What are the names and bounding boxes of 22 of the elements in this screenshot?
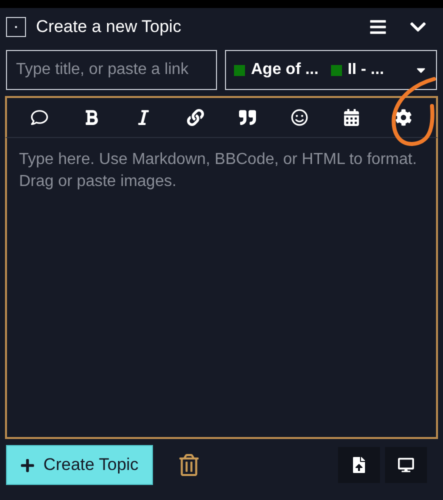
bold-icon[interactable]: [82, 109, 100, 126]
link-icon[interactable]: [186, 109, 204, 126]
upload-button[interactable]: [338, 447, 380, 483]
checkbox-icon[interactable]: [6, 17, 26, 37]
smiley-icon[interactable]: [291, 109, 308, 126]
create-topic-button[interactable]: Create Topic: [6, 445, 153, 485]
category-select[interactable]: Age of ... II - ...: [225, 50, 437, 90]
monitor-icon: [398, 457, 414, 473]
category-label: II - ...: [348, 60, 384, 80]
desktop-button[interactable]: [385, 447, 427, 483]
upload-icon: [351, 457, 367, 473]
settings-icon[interactable]: [395, 109, 412, 126]
speech-bubble-icon[interactable]: [30, 109, 48, 126]
calendar-icon[interactable]: [343, 109, 360, 126]
menu-icon[interactable]: [369, 18, 387, 36]
title-field[interactable]: Type title, or paste a link: [6, 50, 217, 90]
composer-title: Create a new Topic: [36, 16, 182, 38]
quote-icon[interactable]: [239, 109, 256, 126]
plus-icon: [20, 458, 36, 472]
editor-field[interactable]: Type here. Use Markdown, BBCode, or HTML to format. Drag or paste images.: [5, 138, 438, 439]
trash-icon[interactable]: [178, 454, 200, 476]
category-label: Age of ...: [251, 60, 319, 80]
